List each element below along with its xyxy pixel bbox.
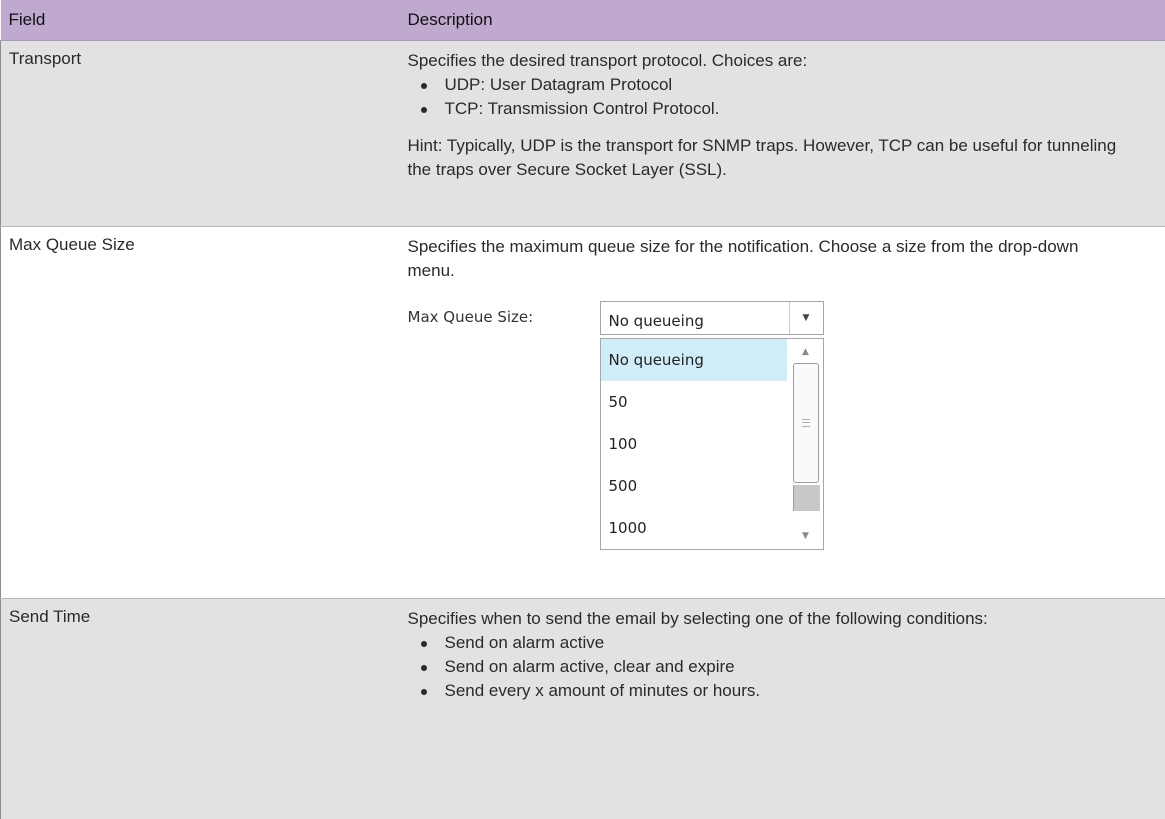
table-header-row: Field Description bbox=[1, 0, 1165, 41]
scroll-up-icon[interactable]: ▲ bbox=[789, 341, 823, 363]
bullet-item: Send on alarm active, clear and expire bbox=[421, 655, 1126, 679]
table-row-transport: Transport Specifies the desired transpor… bbox=[1, 41, 1165, 227]
max-queue-size-label: Max Queue Size: bbox=[408, 305, 534, 329]
bullet-list: Send on alarm active Send on alarm activ… bbox=[408, 631, 1126, 703]
chevron-down-icon[interactable]: ▼ bbox=[789, 302, 823, 334]
bullet-item: TCP: Transmission Control Protocol. bbox=[421, 97, 1126, 121]
table-row-send-time: Send Time Specifies when to send the ema… bbox=[1, 599, 1165, 819]
document-page: Field Description Transport Specifies th… bbox=[0, 0, 1165, 813]
scroll-down-icon[interactable]: ▼ bbox=[789, 525, 823, 547]
bullet-list: UDP: User Datagram Protocol TCP: Transmi… bbox=[408, 73, 1126, 121]
dropdown-option-50[interactable]: 50 bbox=[601, 381, 787, 423]
description-intro: Specifies the maximum queue size for the… bbox=[408, 235, 1126, 283]
select-current-value: No queueing bbox=[609, 309, 704, 333]
scrollbar-track[interactable] bbox=[793, 485, 820, 511]
table-row-max-queue-size: Max Queue Size Specifies the maximum que… bbox=[1, 227, 1165, 599]
description-intro: Specifies the desired transport protocol… bbox=[408, 49, 1126, 73]
hint-text: Hint: Typically, UDP is the transport fo… bbox=[408, 134, 1126, 182]
field-name: Send Time bbox=[1, 599, 398, 819]
grip-icon bbox=[802, 419, 810, 427]
field-name: Transport bbox=[1, 41, 398, 227]
field-description: Specifies when to send the email by sele… bbox=[398, 599, 1165, 819]
description-column-header: Description bbox=[398, 0, 1165, 41]
max-queue-size-select[interactable]: No queueing ▼ bbox=[600, 301, 824, 335]
bullet-item: UDP: User Datagram Protocol bbox=[421, 73, 1126, 97]
dropdown-option-100[interactable]: 100 bbox=[601, 423, 787, 465]
field-description-table: Field Description Transport Specifies th… bbox=[0, 0, 1165, 819]
bullet-item: Send every x amount of minutes or hours. bbox=[421, 679, 1126, 703]
scrollbar-thumb[interactable] bbox=[793, 363, 819, 483]
max-queue-size-dropdown: No queueing 50 100 500 1000 ▲ bbox=[600, 338, 824, 550]
dropdown-scrollbar[interactable]: ▲ ▼ bbox=[789, 339, 823, 549]
field-column-header: Field bbox=[1, 0, 398, 41]
field-description: Specifies the desired transport protocol… bbox=[398, 41, 1165, 227]
field-name: Max Queue Size bbox=[1, 227, 398, 599]
dropdown-option-1000[interactable]: 1000 bbox=[601, 507, 787, 549]
description-intro: Specifies when to send the email by sele… bbox=[408, 607, 1126, 631]
dropdown-option-500[interactable]: 500 bbox=[601, 465, 787, 507]
bullet-item: Send on alarm active bbox=[421, 631, 1126, 655]
max-queue-size-widget-screenshot: Max Queue Size: No queueing ▼ No queuein… bbox=[408, 295, 1126, 545]
field-description: Specifies the maximum queue size for the… bbox=[398, 227, 1165, 599]
dropdown-option-no-queueing[interactable]: No queueing bbox=[601, 339, 787, 381]
